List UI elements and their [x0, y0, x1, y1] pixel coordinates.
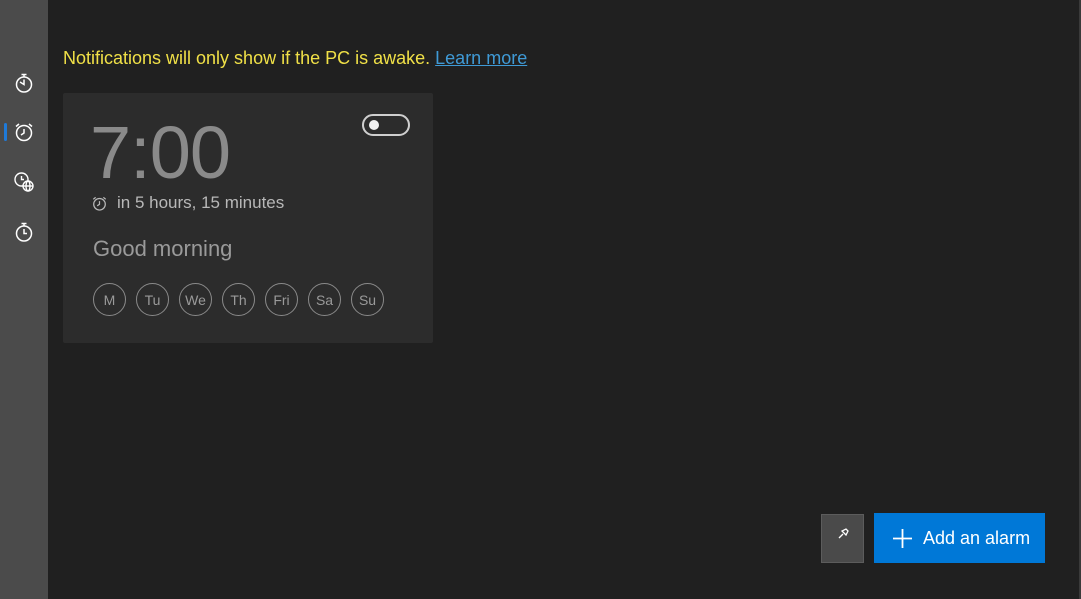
- day-saturday: Sa: [308, 283, 341, 316]
- notice-text: Notifications will only show if the PC i…: [63, 48, 431, 68]
- toggle-knob: [369, 120, 379, 130]
- add-alarm-label: Add an alarm: [923, 527, 1031, 548]
- alarm-clock-icon: [92, 196, 107, 211]
- nav-item-alarm[interactable]: [0, 112, 48, 152]
- pin-button[interactable]: [821, 514, 864, 563]
- nav-item-timer[interactable]: [0, 63, 48, 103]
- alarm-time: 7:00: [90, 111, 231, 194]
- day-wednesday: We: [179, 283, 212, 316]
- nav-item-world-clock[interactable]: [0, 162, 48, 202]
- world-clock-icon: [14, 172, 34, 192]
- timer-icon: [15, 73, 33, 93]
- alarm-card[interactable]: 7:00 in 5 hours, 15 minutes Good morning…: [63, 93, 433, 343]
- alarm-name: Good morning: [93, 236, 233, 261]
- learn-more-link[interactable]: Learn more: [435, 48, 527, 68]
- day-sunday: Su: [351, 283, 384, 316]
- awake-notice: Notifications will only show if the PC i…: [63, 48, 527, 69]
- alarm-toggle[interactable]: [362, 114, 410, 136]
- day-tuesday: Tu: [136, 283, 169, 316]
- day-thursday: Th: [222, 283, 255, 316]
- day-friday: Fri: [265, 283, 298, 316]
- selected-indicator: [4, 123, 7, 141]
- pin-icon: [838, 528, 849, 539]
- alarm-clock-icon: [15, 123, 33, 142]
- alarm-days: M Tu We Th Fri Sa Su: [93, 283, 384, 316]
- alarm-eta: in 5 hours, 15 minutes: [91, 193, 284, 213]
- stopwatch-icon: [15, 222, 33, 242]
- add-alarm-button[interactable]: Add an alarm: [874, 513, 1045, 563]
- clock-app-window: Notifications will only show if the PC i…: [0, 0, 1081, 599]
- navigation-rail: [0, 0, 48, 599]
- plus-icon: [893, 528, 912, 548]
- nav-item-stopwatch[interactable]: [0, 212, 48, 252]
- day-monday: M: [93, 283, 126, 316]
- alarm-eta-text: in 5 hours, 15 minutes: [117, 193, 285, 212]
